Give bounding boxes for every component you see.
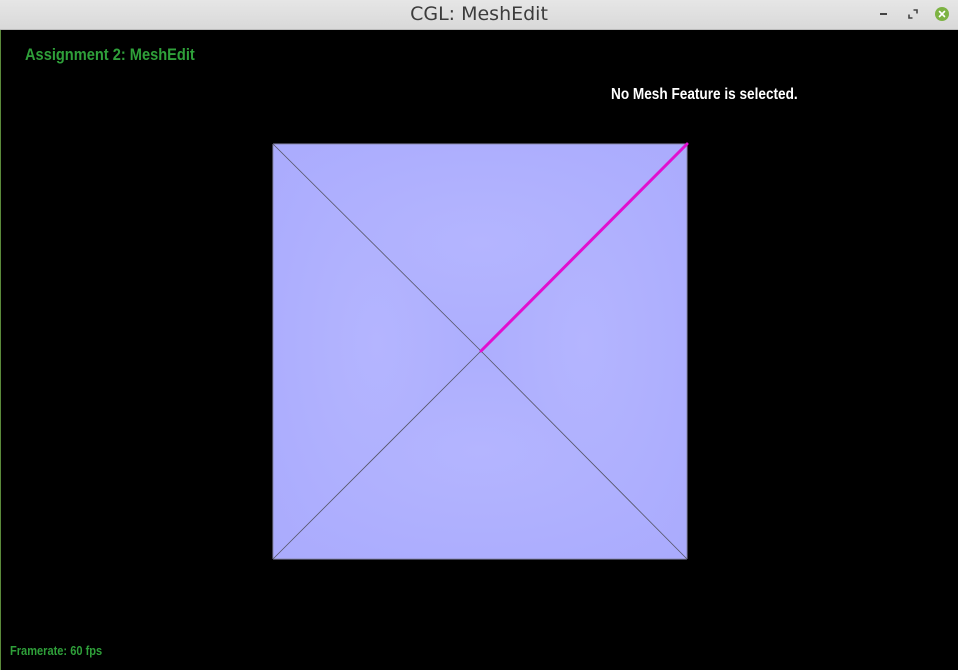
minimize-button[interactable] [875, 6, 891, 22]
render-viewport[interactable]: Assignment 2: MeshEdit No Mesh Feature i… [0, 30, 958, 670]
title-bar[interactable]: CGL: MeshEdit [0, 0, 958, 30]
framerate-label: Framerate: [10, 643, 68, 658]
window-title: CGL: MeshEdit [410, 3, 548, 25]
maximize-button[interactable] [905, 6, 921, 22]
minimize-icon [879, 13, 887, 15]
mesh-canvas[interactable] [1, 30, 958, 670]
framerate-readout: Framerate: 60 fps [10, 643, 102, 658]
assignment-heading: Assignment 2: MeshEdit [25, 45, 195, 64]
selection-status: No Mesh Feature is selected. [611, 86, 798, 103]
app-window: CGL: MeshEdit Assignment 2: MeshEdit No … [0, 0, 958, 670]
framerate-value: 60 fps [70, 643, 103, 658]
close-icon [935, 7, 949, 21]
close-button[interactable] [934, 6, 950, 22]
maximize-icon [908, 9, 918, 19]
